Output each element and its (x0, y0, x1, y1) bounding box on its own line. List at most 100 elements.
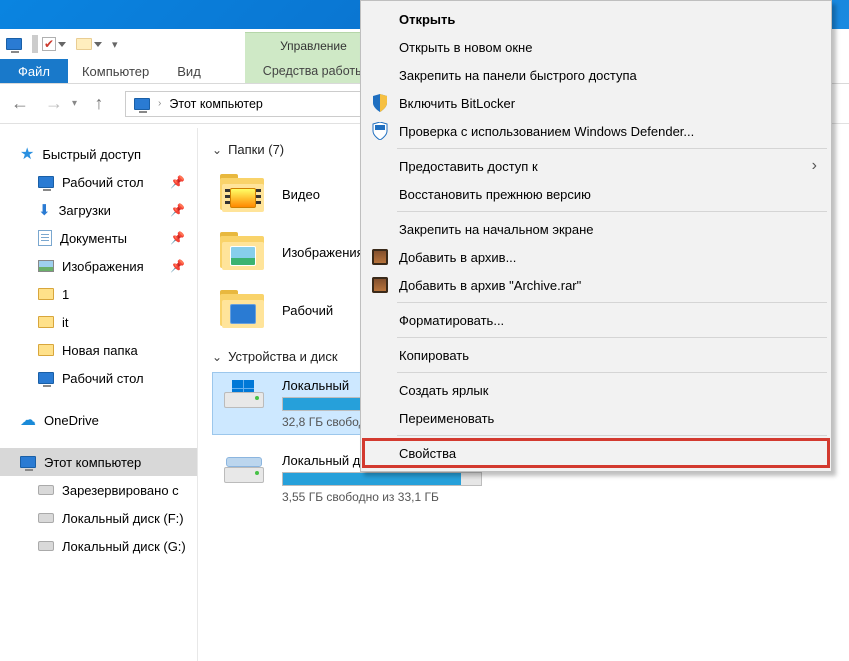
sidebar-item-label: Зарезервировано с (62, 483, 179, 498)
nav-up-button[interactable]: ↑ (87, 92, 111, 116)
separator (32, 35, 38, 53)
drive-icon (38, 485, 54, 495)
pictures-icon (38, 260, 54, 272)
ctx-defender-scan[interactable]: Проверка с использованием Windows Defend… (363, 117, 829, 145)
ctx-restore-previous[interactable]: Восстановить прежнюю версию (363, 180, 829, 208)
sidebar-item-desktop-2[interactable]: Рабочий стол (0, 364, 197, 392)
drive-usage-bar (282, 472, 482, 486)
folder-icon (220, 174, 268, 214)
pin-icon: 📌 (170, 203, 185, 217)
folder-icon (38, 344, 54, 356)
sidebar-this-pc[interactable]: Этот компьютер (0, 448, 197, 476)
ctx-pin-quick-access[interactable]: Закрепить на панели быстрого доступа (363, 61, 829, 89)
ctx-add-to-archive-rar[interactable]: Добавить в архив "Archive.rar" (363, 271, 829, 299)
sidebar-item-folder-it[interactable]: it (0, 308, 197, 336)
folder-label: Изображения (282, 245, 364, 260)
separator (397, 435, 827, 436)
this-pc-icon (134, 98, 150, 110)
folder-icon (220, 232, 268, 272)
winrar-icon (371, 276, 389, 294)
sidebar-item-label: Быстрый доступ (42, 147, 141, 162)
cloud-icon: ☁ (20, 410, 36, 430)
document-icon (38, 230, 52, 246)
qat-customize-caret[interactable]: ▾ (112, 38, 118, 51)
shield-defender-icon (371, 122, 389, 140)
nav-forward-button[interactable]: → (42, 92, 66, 116)
shield-bitlocker-icon (371, 94, 389, 112)
ctx-properties[interactable]: Свойства (363, 439, 829, 467)
sidebar-item-label: it (62, 315, 69, 330)
sidebar-item-drive-g[interactable]: Локальный диск (G:) (0, 532, 197, 560)
sidebar-item-label: Загрузки (59, 203, 111, 218)
drive-icon (220, 378, 268, 418)
folder-icon (38, 288, 54, 300)
desktop-icon (38, 176, 54, 188)
drive-icon (38, 541, 54, 551)
new-folder-qat-icon[interactable] (76, 38, 102, 50)
ctx-format[interactable]: Форматировать... (363, 306, 829, 334)
context-menu: Открыть Открыть в новом окне Закрепить н… (360, 0, 832, 472)
sidebar-item-label: Рабочий стол (62, 175, 144, 190)
sidebar-item-folder-new[interactable]: Новая папка (0, 336, 197, 364)
navigation-pane: ★ Быстрый доступ Рабочий стол 📌 ⬇ Загруз… (0, 128, 198, 661)
separator (397, 148, 827, 149)
explorer-icon (6, 38, 22, 50)
section-label: Устройства и диск (228, 349, 338, 364)
pin-icon: 📌 (170, 231, 185, 245)
folder-label: Рабочий (282, 303, 333, 318)
address-location[interactable]: Этот компьютер (169, 97, 262, 111)
sidebar-quick-access[interactable]: ★ Быстрый доступ (0, 140, 197, 168)
sidebar-item-drive-f[interactable]: Локальный диск (F:) (0, 504, 197, 532)
tab-view[interactable]: Вид (163, 59, 215, 83)
tab-file[interactable]: Файл (0, 59, 68, 83)
ctx-pin-start[interactable]: Закрепить на начальном экране (363, 215, 829, 243)
drive-icon (38, 513, 54, 523)
sidebar-item-label: Локальный диск (F:) (62, 511, 184, 526)
pin-icon: 📌 (170, 259, 185, 273)
ctx-add-to-archive[interactable]: Добавить в архив... (363, 243, 829, 271)
ctx-bitlocker[interactable]: Включить BitLocker (363, 89, 829, 117)
star-icon: ★ (20, 144, 34, 164)
sidebar-item-label: OneDrive (44, 413, 99, 428)
sidebar-item-label: Рабочий стол (62, 371, 144, 386)
ctx-copy[interactable]: Копировать (363, 341, 829, 369)
nav-history-caret[interactable]: ▾ (72, 98, 77, 109)
tab-computer[interactable]: Компьютер (68, 59, 163, 83)
sidebar-item-label: Этот компьютер (44, 455, 141, 470)
drive-icon (220, 453, 268, 493)
folder-label: Видео (282, 187, 320, 202)
sidebar-item-label: Изображения (62, 259, 144, 274)
ctx-create-shortcut[interactable]: Создать ярлык (363, 376, 829, 404)
sidebar-item-label: Локальный диск (G:) (62, 539, 186, 554)
desktop-icon (38, 372, 54, 384)
chevron-down-icon: ⌄ (212, 350, 222, 364)
sidebar-item-documents[interactable]: Документы 📌 (0, 224, 197, 252)
winrar-icon (371, 248, 389, 266)
properties-qat-checkbox[interactable] (42, 37, 66, 51)
separator (397, 211, 827, 212)
submenu-arrow-icon: › (812, 157, 817, 175)
folder-icon (38, 316, 54, 328)
sidebar-item-folder-1[interactable]: 1 (0, 280, 197, 308)
folder-icon (220, 290, 268, 330)
sidebar-item-label: Новая папка (62, 343, 138, 358)
ctx-rename[interactable]: Переименовать (363, 404, 829, 432)
pin-icon: 📌 (170, 175, 185, 189)
separator (397, 337, 827, 338)
ctx-grant-access[interactable]: Предоставить доступ к › (363, 152, 829, 180)
sidebar-item-label: 1 (62, 287, 69, 302)
sidebar-item-pictures[interactable]: Изображения 📌 (0, 252, 197, 280)
sidebar-item-desktop[interactable]: Рабочий стол 📌 (0, 168, 197, 196)
nav-back-button[interactable]: ← (8, 92, 32, 116)
sidebar-item-reserved[interactable]: Зарезервировано с (0, 476, 197, 504)
sidebar-onedrive[interactable]: ☁ OneDrive (0, 406, 197, 434)
ctx-open[interactable]: Открыть (363, 5, 829, 33)
separator (397, 302, 827, 303)
chevron-right-icon[interactable]: › (158, 98, 161, 109)
sidebar-item-downloads[interactable]: ⬇ Загрузки 📌 (0, 196, 197, 224)
download-icon: ⬇ (38, 201, 51, 219)
ctx-open-new-window[interactable]: Открыть в новом окне (363, 33, 829, 61)
separator (397, 372, 827, 373)
sidebar-item-label: Документы (60, 231, 127, 246)
chevron-down-icon: ⌄ (212, 143, 222, 157)
